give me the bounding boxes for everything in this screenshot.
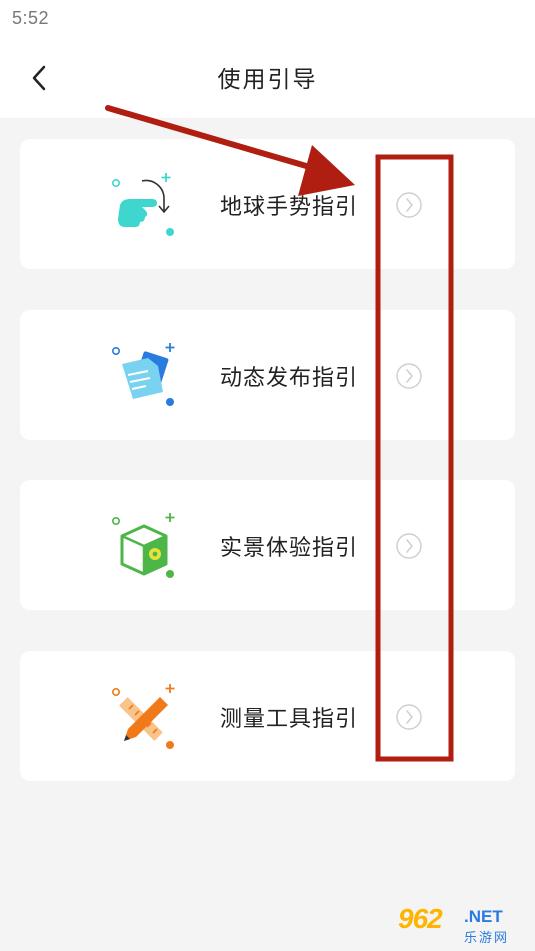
pencil-ruler-icon <box>112 684 175 749</box>
guide-label: 动态发布指引 <box>220 365 359 390</box>
guide-label: 地球手势指引 <box>220 194 359 219</box>
app-header: 5:52 使用引导 <box>0 0 535 118</box>
watermark-site: 乐游网 <box>464 930 510 945</box>
status-time: 5:52 <box>12 8 50 28</box>
guide-item-measure-tool[interactable]: 测量工具指引 <box>20 651 515 781</box>
watermark-logo: 962 .NET 乐游网 <box>394 903 528 947</box>
guide-item-earth-gesture[interactable]: 地球手势指引 <box>20 139 515 269</box>
hand-gesture-icon <box>112 173 174 236</box>
chevron-right-icon[interactable] <box>395 532 423 560</box>
chevron-right-icon[interactable] <box>395 362 423 390</box>
chevron-right-icon[interactable] <box>395 191 423 219</box>
guide-item-live-scene[interactable]: 实景体验指引 <box>20 480 515 610</box>
document-publish-icon <box>112 343 175 406</box>
cube-location-icon <box>112 513 175 578</box>
guide-label: 实景体验指引 <box>220 535 359 560</box>
watermark-domain: .NET <box>464 907 503 926</box>
guide-item-post-publish[interactable]: 动态发布指引 <box>20 310 515 440</box>
page-title: 使用引导 <box>217 66 318 92</box>
guide-label: 测量工具指引 <box>220 706 359 731</box>
watermark-number: 962 <box>398 903 443 934</box>
chevron-right-icon[interactable] <box>395 703 423 731</box>
